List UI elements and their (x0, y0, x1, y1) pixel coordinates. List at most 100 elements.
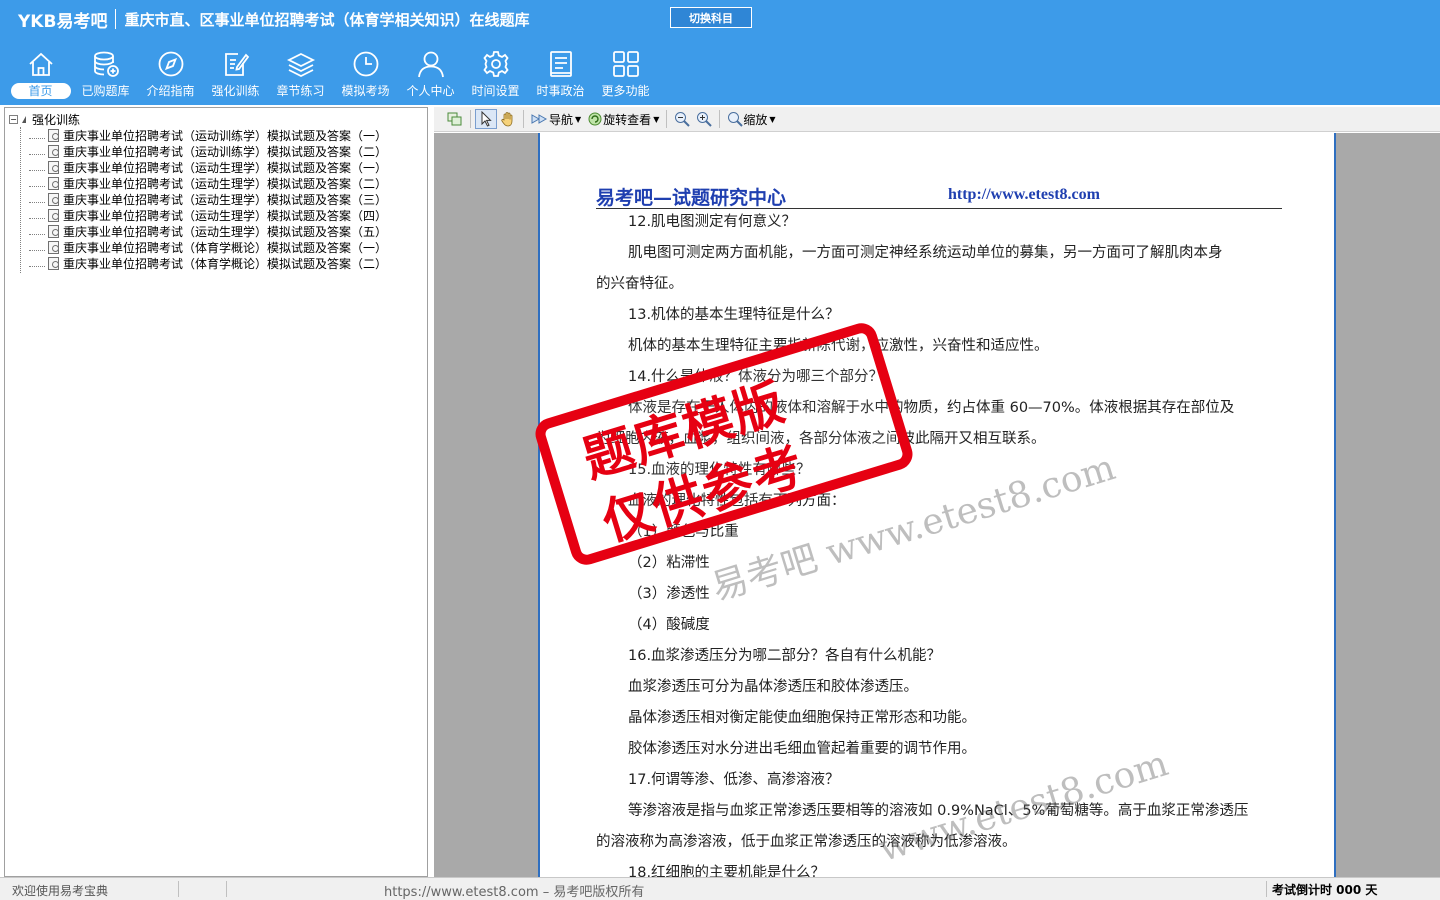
tree-root[interactable]: − 强化训练 (9, 111, 387, 127)
document-line: 肌电图可测定两方面机能，一方面可测定神经系统运动单位的募集，另一方面可了解肌肉本… (628, 245, 1223, 261)
page-header-title: 易考吧—试题研究中心 (596, 187, 787, 209)
switch-subject-button[interactable]: 切换科目 (670, 7, 752, 28)
tree-item-label: 重庆事业单位招聘考试（体育学概论）模拟试题及答案（一） (63, 240, 388, 255)
viewer-toolbar: 导航 ▼ 旋转查看 ▼ 缩放 ▼ (434, 107, 1440, 132)
header: YKB易考吧 重庆市直、区事业单位招聘考试（体育学相关知识）在线题库 切换科目 … (0, 0, 1440, 105)
rotate-view-label: 旋转查看 (603, 112, 652, 127)
document-icon (48, 160, 59, 174)
thumbnail-icon (447, 112, 462, 126)
collapse-icon[interactable]: − (9, 114, 18, 124)
nav-label: 时事政治 (536, 84, 585, 98)
select-tool-button[interactable] (475, 109, 497, 129)
tree-item[interactable]: 重庆事业单位招聘考试（运动生理学）模拟试题及答案（五） (29, 223, 387, 239)
page-header: 易考吧—试题研究中心 http://www.etest8.com (596, 181, 1282, 209)
document-line: 13.机体的基本生理特征是什么？ (628, 307, 840, 323)
page-header-url[interactable]: http://www.etest8.com (948, 186, 1100, 204)
zoom-out-button[interactable] (671, 109, 693, 129)
document-icon (48, 224, 59, 238)
navigation-dropdown[interactable]: 导航 ▼ (528, 109, 584, 129)
hand-tool-button[interactable] (497, 109, 519, 129)
tree-connector (29, 195, 45, 203)
document-icon (48, 128, 59, 142)
tree-item[interactable]: 重庆事业单位招聘考试（运动生理学）模拟试题及答案（四） (29, 207, 387, 223)
nav-label: 时间设置 (471, 84, 520, 98)
status-bar: 欢迎使用易考宝典 https://www.etest8.com – 易考吧版权所… (0, 877, 1440, 900)
nav-label: 章节练习 (276, 84, 325, 98)
nav-personal-center[interactable]: 个人中心 (398, 46, 463, 104)
document-line: 机体的基本生理特征主要指新陈代谢，应激性，兴奋性和适应性。 (628, 338, 1049, 354)
news-icon (549, 51, 572, 77)
app-logo: YKB易考吧 (18, 11, 108, 32)
document-icon (48, 144, 59, 158)
document-line: （4）酸碱度 (628, 617, 710, 633)
tree-item-label: 重庆事业单位招聘考试（运动生理学）模拟试题及答案（四） (63, 208, 388, 223)
zoom-dropdown[interactable]: 缩放 ▼ (724, 109, 778, 129)
document-line: 晶体渗透压相对衡定能使血细胞保持正常形态和功能。 (628, 710, 976, 726)
tree-connector (29, 211, 45, 219)
tree-item[interactable]: 重庆事业单位招聘考试（运动生理学）模拟试题及答案（三） (29, 191, 387, 207)
nav-label: 强化训练 (211, 84, 260, 98)
tree-item[interactable]: 重庆事业单位招聘考试（运动生理学）模拟试题及答案（一） (29, 159, 387, 175)
document-line: 胶体渗透压对水分进出毛细血管起着重要的调节作用。 (628, 741, 976, 757)
hand-icon (501, 112, 513, 127)
layers-icon (286, 52, 315, 78)
document-icon (48, 240, 59, 254)
question-tree-panel[interactable]: − 强化训练 重庆事业单位招聘考试（运动训练学）模拟试题及答案（一） 重庆事业单位… (4, 107, 428, 877)
edit-icon (224, 53, 249, 76)
tree-item-label: 重庆事业单位招聘考试（运动生理学）模拟试题及答案（五） (63, 224, 388, 239)
tree-connector (29, 259, 45, 267)
document-icon (48, 208, 59, 222)
title-bar: YKB易考吧 重庆市直、区事业单位招聘考试（体育学相关知识）在线题库 (0, 0, 529, 38)
nav-home[interactable]: 首页 (8, 46, 73, 104)
tree-connector (20, 127, 21, 273)
nav-more-functions[interactable]: 更多功能 (593, 46, 658, 104)
tree-item[interactable]: 重庆事业单位招聘考试（运动生理学）模拟试题及答案（二） (29, 175, 387, 191)
document-line: （3）渗透性 (628, 586, 710, 602)
tree-item[interactable]: 重庆事业单位招聘考试（运动训练学）模拟试题及答案（二） (29, 143, 387, 159)
nav-label: 已购题库 (81, 84, 130, 98)
tree-connector (29, 227, 45, 235)
nav-current-affairs[interactable]: 时事政治 (528, 46, 593, 104)
document-icon (48, 192, 59, 206)
zoom-in-button[interactable] (693, 109, 715, 129)
question-tree: − 强化训练 重庆事业单位招聘考试（运动训练学）模拟试题及答案（一） 重庆事业单位… (9, 111, 387, 273)
nav-mock-exam[interactable]: 模拟考场 (333, 46, 398, 104)
nav-guide[interactable]: 介绍指南 (138, 46, 203, 104)
tree-items: 重庆事业单位招聘考试（运动训练学）模拟试题及答案（一） 重庆事业单位招聘考试（运动… (9, 127, 387, 271)
nav-label: 更多功能 (601, 84, 650, 98)
compass-icon (158, 51, 183, 77)
tree-connector (29, 131, 45, 139)
toolbar-separator (523, 110, 524, 128)
toolbar-separator (666, 110, 668, 128)
toolbar-separator (470, 110, 471, 128)
nav-intensive-training[interactable]: 强化训练 (203, 46, 268, 104)
welcome-text: 欢迎使用易考宝典 (12, 884, 109, 898)
exam-countdown: 考试倒计时 000 天 (1272, 883, 1378, 897)
zoom-label: 缩放 (743, 112, 768, 127)
nav-chapter-practice[interactable]: 章节练习 (268, 46, 333, 104)
rotate-view-dropdown[interactable]: 旋转查看 ▼ (584, 109, 662, 129)
thumbnail-button[interactable] (444, 109, 466, 129)
copyright-text: https://www.etest8.com – 易考吧版权所有 (384, 885, 645, 900)
document-line: 的兴奋特征。 (596, 276, 683, 292)
nav-purchased[interactable]: 已购题库 (73, 46, 138, 104)
nav-time-settings[interactable]: 时间设置 (463, 46, 528, 104)
user-icon (417, 51, 444, 78)
cursor-icon (481, 111, 492, 127)
tree-item[interactable]: 重庆事业单位招聘考试（运动训练学）模拟试题及答案（一） (29, 127, 387, 143)
tree-item[interactable]: 重庆事业单位招聘考试（体育学概论）模拟试题及答案（二） (29, 255, 387, 271)
document-line: 17.何谓等渗、低渗、高渗溶液？ (628, 772, 840, 788)
app-window: YKB易考吧 重庆市直、区事业单位招聘考试（体育学相关知识）在线题库 切换科目 … (0, 0, 1440, 900)
zoom-in-icon (697, 112, 713, 127)
tree-connector (29, 243, 45, 251)
tree-item[interactable]: 重庆事业单位招聘考试（体育学概论）模拟试题及答案（一） (29, 239, 387, 255)
status-separator (1266, 881, 1267, 897)
document-icon (48, 176, 59, 190)
tree-item-label: 重庆事业单位招聘考试（体育学概论）模拟试题及答案（二） (63, 256, 388, 271)
tree-root-label: 强化训练 (32, 112, 81, 127)
document-line: 12.肌电图测定有何意义？ (628, 214, 797, 230)
nav-label: 模拟考场 (341, 84, 390, 98)
title-divider (115, 9, 117, 29)
document-line: （2）粘滞性 (628, 555, 710, 571)
nav-label: 个人中心 (406, 84, 455, 98)
